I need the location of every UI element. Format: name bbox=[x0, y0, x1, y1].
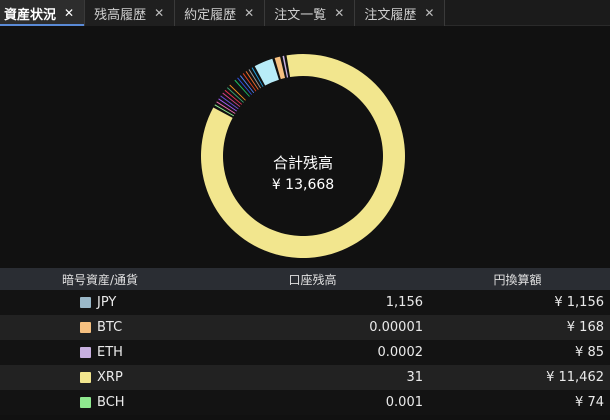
asset-name: ETH bbox=[97, 345, 123, 360]
balance-cell: 31 bbox=[406, 370, 423, 385]
asset-name: BTC bbox=[97, 320, 123, 335]
asset-cell: BTC bbox=[0, 320, 200, 335]
donut-segment[interactable] bbox=[224, 89, 243, 105]
jpy-value-cell: ¥ 168 bbox=[566, 320, 604, 335]
table-row[interactable]: BTC 0.00001 ¥ 168 bbox=[0, 315, 610, 340]
jpy-value-cell: ¥ 85 bbox=[575, 345, 604, 360]
asset-name: XRP bbox=[97, 370, 123, 385]
donut-segment[interactable] bbox=[226, 87, 244, 103]
jpy-value-cell: ¥ 11,462 bbox=[546, 370, 604, 385]
asset-name: JPY bbox=[97, 295, 117, 310]
donut-segment[interactable] bbox=[231, 82, 248, 99]
asset-color-swatch bbox=[80, 322, 91, 333]
asset-color-swatch bbox=[80, 372, 91, 383]
total-balance-value: ¥ 13,668 bbox=[271, 177, 335, 193]
asset-cell: ETH bbox=[0, 345, 200, 360]
jpy-value-cell: ¥ 1,156 bbox=[554, 295, 604, 310]
header-asset: 暗号資産/通貨 bbox=[61, 272, 139, 287]
asset-name: BCH bbox=[97, 395, 125, 410]
tab-label: 資産状況 bbox=[4, 7, 57, 23]
table-row[interactable]: BCH 0.001 ¥ 74 bbox=[0, 390, 610, 415]
asset-cell: JPY bbox=[0, 295, 200, 310]
tab-label: 注文履歴 bbox=[364, 7, 417, 23]
tab-balance-history[interactable]: 残高履歴 ✕ bbox=[85, 0, 176, 26]
header-balance: 口座残高 bbox=[288, 272, 337, 287]
table-header: 暗号資産/通貨 口座残高 円換算額 bbox=[0, 268, 610, 290]
asset-color-swatch bbox=[80, 397, 91, 408]
tab-asset-status[interactable]: 資産状況 ✕ bbox=[0, 0, 86, 26]
donut-segment[interactable] bbox=[234, 79, 250, 97]
close-icon[interactable]: ✕ bbox=[154, 6, 164, 20]
tab-execution-history[interactable]: 約定履歴 ✕ bbox=[175, 0, 266, 26]
donut-segment[interactable] bbox=[237, 77, 252, 95]
asset-cell: BCH bbox=[0, 395, 200, 410]
asset-donut-chart bbox=[201, 54, 405, 258]
total-balance-title: 合計残高 bbox=[272, 154, 333, 172]
asset-color-swatch bbox=[80, 347, 91, 358]
tab-bar: 資産状況 ✕ 残高履歴 ✕ 約定履歴 ✕ 注文一覧 ✕ 注文履歴 ✕ bbox=[0, 0, 610, 26]
close-icon[interactable]: ✕ bbox=[334, 6, 344, 20]
donut-segment[interactable] bbox=[229, 84, 246, 101]
table-row[interactable]: ETH 0.0002 ¥ 85 bbox=[0, 340, 610, 365]
balance-cell: 0.00001 bbox=[369, 320, 423, 335]
tab-label: 注文一覧 bbox=[274, 7, 327, 23]
balance-cell: 0.0002 bbox=[377, 345, 424, 360]
close-icon[interactable]: ✕ bbox=[64, 6, 74, 20]
balance-cell: 1,156 bbox=[385, 295, 423, 310]
donut-segment[interactable] bbox=[254, 58, 279, 86]
tab-label: 約定履歴 bbox=[184, 7, 237, 23]
tab-order-list[interactable]: 注文一覧 ✕ bbox=[265, 0, 356, 26]
asset-chart-area: 合計残高 ¥ 13,668 bbox=[0, 26, 610, 268]
header-jpy-value: 円換算額 bbox=[493, 272, 542, 287]
close-icon[interactable]: ✕ bbox=[244, 6, 254, 20]
asset-color-swatch bbox=[80, 297, 91, 308]
tab-label: 残高履歴 bbox=[94, 7, 147, 23]
table-row[interactable]: XRP 31 ¥ 11,462 bbox=[0, 365, 610, 390]
jpy-value-cell: ¥ 74 bbox=[575, 395, 604, 410]
donut-segment[interactable] bbox=[222, 92, 241, 107]
table-row[interactable]: JPY 1,156 ¥ 1,156 bbox=[0, 290, 610, 315]
asset-cell: XRP bbox=[0, 370, 200, 385]
tab-order-history[interactable]: 注文履歴 ✕ bbox=[355, 0, 446, 26]
asset-table: 暗号資産/通貨 口座残高 円換算額 JPY 1,156 ¥ 1,156 BTC … bbox=[0, 268, 610, 415]
close-icon[interactable]: ✕ bbox=[424, 6, 434, 20]
balance-cell: 0.001 bbox=[385, 395, 423, 410]
